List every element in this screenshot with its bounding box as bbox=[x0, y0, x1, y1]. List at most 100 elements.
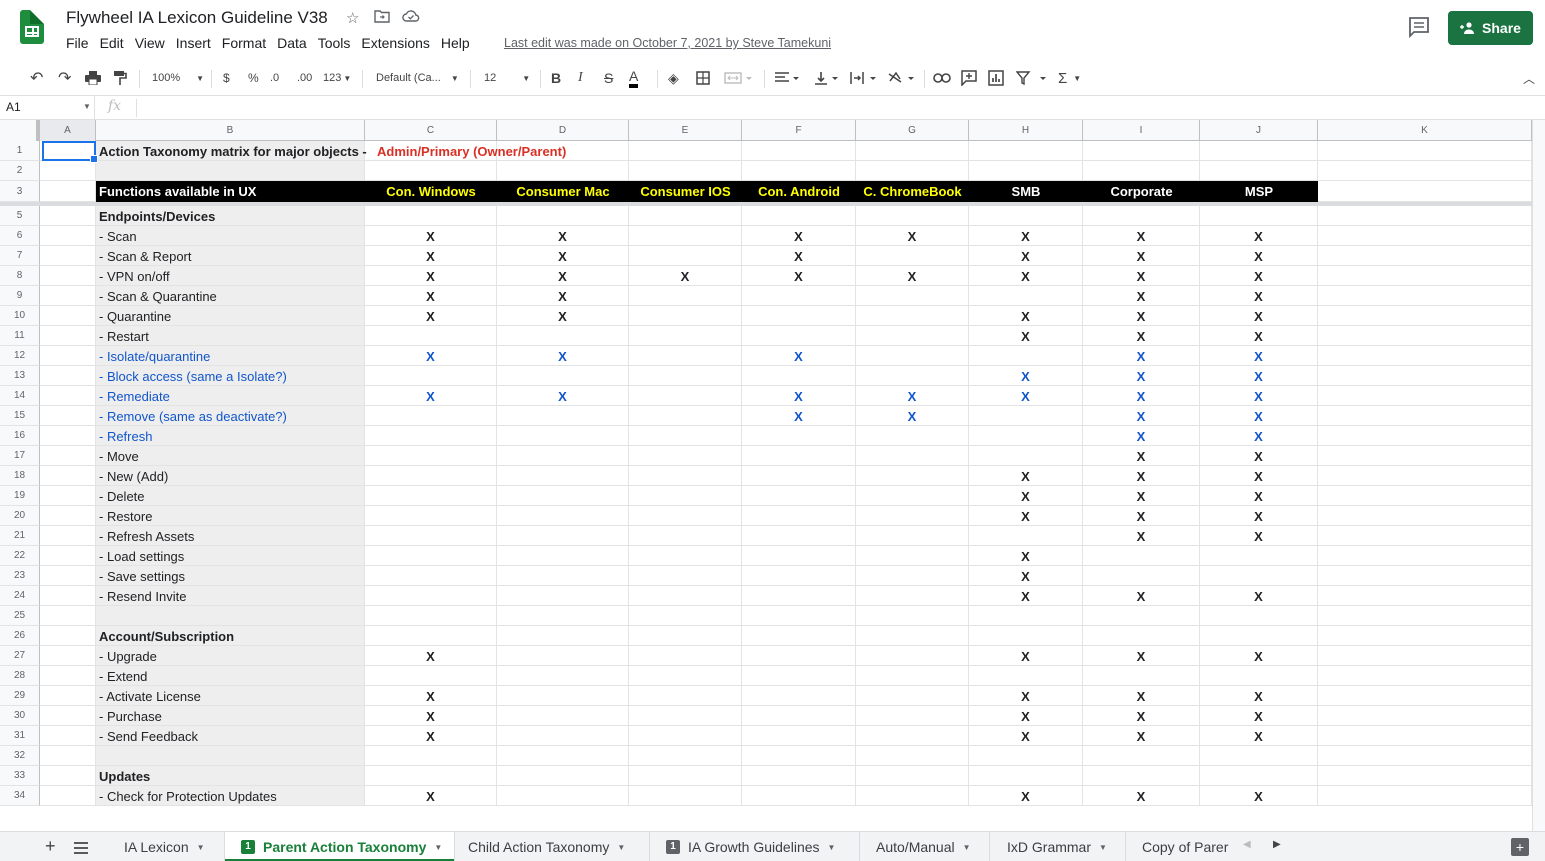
cell[interactable]: X bbox=[1083, 406, 1200, 426]
cell[interactable] bbox=[629, 666, 742, 686]
cell[interactable] bbox=[40, 586, 96, 606]
comments-icon[interactable] bbox=[1407, 16, 1431, 39]
cell[interactable]: X bbox=[497, 226, 629, 246]
paint-format-icon[interactable] bbox=[113, 68, 127, 88]
cell[interactable] bbox=[40, 266, 96, 286]
cell[interactable] bbox=[40, 326, 96, 346]
cell[interactable] bbox=[742, 466, 856, 486]
cell[interactable] bbox=[856, 306, 969, 326]
cell[interactable] bbox=[40, 746, 96, 766]
cell[interactable]: X bbox=[969, 506, 1083, 526]
row-header[interactable]: 28 bbox=[0, 666, 40, 686]
cell[interactable] bbox=[1083, 546, 1200, 566]
share-button[interactable]: Share bbox=[1448, 11, 1533, 45]
row-header[interactable]: 13 bbox=[0, 366, 40, 386]
cell[interactable]: X bbox=[1083, 246, 1200, 266]
cell[interactable]: X bbox=[856, 226, 969, 246]
cell[interactable]: X bbox=[1200, 246, 1318, 266]
row-header[interactable]: 14 bbox=[0, 386, 40, 406]
cell[interactable] bbox=[742, 666, 856, 686]
sheet-tab[interactable]: Child Action Taxonomy ▼ bbox=[452, 832, 650, 861]
row-label-cell[interactable]: Account/Subscription bbox=[96, 626, 365, 646]
cell[interactable] bbox=[1318, 486, 1532, 506]
cell[interactable]: X bbox=[969, 646, 1083, 666]
cell[interactable] bbox=[629, 306, 742, 326]
cell[interactable] bbox=[1318, 466, 1532, 486]
cell[interactable] bbox=[1318, 306, 1532, 326]
cell[interactable] bbox=[1318, 626, 1532, 646]
font-family-select[interactable]: Default (Ca... ▼ bbox=[376, 68, 459, 88]
row-header[interactable]: 23 bbox=[0, 566, 40, 586]
column-title[interactable]: Con. Windows bbox=[365, 181, 497, 202]
cell[interactable] bbox=[742, 506, 856, 526]
cell[interactable] bbox=[629, 706, 742, 726]
cell[interactable] bbox=[742, 486, 856, 506]
cell[interactable]: X bbox=[1200, 326, 1318, 346]
cell[interactable] bbox=[856, 546, 969, 566]
cell[interactable] bbox=[1318, 666, 1532, 686]
cell[interactable] bbox=[1318, 726, 1532, 746]
cell[interactable] bbox=[856, 666, 969, 686]
increase-decimal-button[interactable]: .00 bbox=[297, 68, 312, 88]
cell[interactable] bbox=[497, 426, 629, 446]
cell[interactable] bbox=[629, 426, 742, 446]
row-label-cell[interactable]: - Move bbox=[96, 446, 365, 466]
cell[interactable] bbox=[629, 726, 742, 746]
column-header-c[interactable]: C bbox=[365, 120, 497, 141]
column-header-d[interactable]: D bbox=[497, 120, 629, 141]
cell[interactable]: X bbox=[1083, 286, 1200, 306]
cell[interactable]: X bbox=[1200, 686, 1318, 706]
cell[interactable] bbox=[1200, 626, 1318, 646]
cell[interactable] bbox=[629, 686, 742, 706]
row-label-cell[interactable]: - Delete bbox=[96, 486, 365, 506]
row-label-cell[interactable]: - Send Feedback bbox=[96, 726, 365, 746]
cell[interactable] bbox=[629, 646, 742, 666]
row-header[interactable]: 12 bbox=[0, 346, 40, 366]
text-color-button[interactable]: A bbox=[629, 68, 639, 88]
cell[interactable] bbox=[856, 786, 969, 806]
column-header-a[interactable]: A bbox=[40, 120, 96, 141]
cell[interactable] bbox=[40, 546, 96, 566]
cell[interactable] bbox=[856, 566, 969, 586]
cell[interactable] bbox=[629, 586, 742, 606]
menu-data[interactable]: Data bbox=[277, 35, 307, 53]
cell[interactable]: X bbox=[742, 406, 856, 426]
row-label-cell[interactable]: - Refresh bbox=[96, 426, 365, 446]
cell[interactable] bbox=[742, 786, 856, 806]
cell[interactable] bbox=[1318, 246, 1532, 266]
cell[interactable] bbox=[1083, 566, 1200, 586]
cell[interactable] bbox=[1318, 746, 1532, 766]
cell[interactable] bbox=[40, 181, 96, 202]
cell[interactable] bbox=[629, 766, 742, 786]
cell[interactable] bbox=[497, 526, 629, 546]
formula-input[interactable] bbox=[140, 96, 1530, 119]
cell[interactable] bbox=[1318, 766, 1532, 786]
currency-format-button[interactable]: $ bbox=[223, 68, 230, 88]
cell[interactable] bbox=[742, 626, 856, 646]
cell[interactable] bbox=[40, 506, 96, 526]
cell[interactable]: X bbox=[969, 266, 1083, 286]
row-label-cell[interactable]: - Remove (same as deactivate?) bbox=[96, 406, 365, 426]
print-icon[interactable] bbox=[85, 68, 101, 88]
cell[interactable] bbox=[497, 326, 629, 346]
cell[interactable] bbox=[40, 686, 96, 706]
row-label-cell[interactable]: - VPN on/off bbox=[96, 266, 365, 286]
cell[interactable] bbox=[1083, 626, 1200, 646]
cell[interactable] bbox=[497, 506, 629, 526]
cell[interactable] bbox=[365, 206, 497, 226]
cell[interactable] bbox=[1318, 786, 1532, 806]
row-header[interactable]: 2 bbox=[0, 161, 40, 181]
text-wrap-icon[interactable] bbox=[850, 68, 876, 88]
column-header-h[interactable]: H bbox=[969, 120, 1083, 141]
column-header-i[interactable]: I bbox=[1083, 120, 1200, 141]
zoom-select[interactable]: 100% ▼ bbox=[152, 68, 204, 88]
cell[interactable] bbox=[365, 326, 497, 346]
cell[interactable]: X bbox=[497, 306, 629, 326]
cell[interactable] bbox=[497, 446, 629, 466]
row-header[interactable]: 34 bbox=[0, 786, 40, 806]
row-header[interactable]: 32 bbox=[0, 746, 40, 766]
cell[interactable] bbox=[969, 606, 1083, 626]
cell[interactable] bbox=[742, 446, 856, 466]
cell[interactable]: X bbox=[1083, 586, 1200, 606]
cell[interactable]: X bbox=[1083, 646, 1200, 666]
